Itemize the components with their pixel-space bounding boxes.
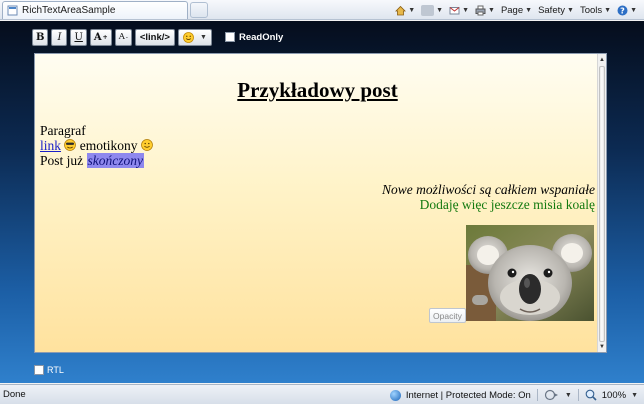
browser-status-bar: Done Internet | Protected Mode: On ▼ 100… bbox=[0, 384, 644, 404]
printer-icon bbox=[475, 5, 486, 15]
emoticons-text: emotikony bbox=[79, 138, 138, 153]
font-grow-label: A bbox=[93, 31, 102, 43]
page-favicon-icon bbox=[7, 5, 18, 16]
italic-button[interactable]: I bbox=[51, 28, 68, 46]
mail-button[interactable]: ▼ bbox=[448, 2, 470, 18]
font-shrink-label: A bbox=[118, 32, 125, 42]
silverlight-app: B I U A + A- <link/> ▼ ReadOnly Przykłado… bbox=[0, 21, 644, 383]
paragraph-text: Paragraf bbox=[40, 123, 86, 138]
scroll-thumb[interactable] bbox=[599, 66, 605, 342]
bold-button[interactable]: B bbox=[32, 28, 49, 46]
right-line-green: Dodaję więc jeszcze misia koalę bbox=[419, 197, 595, 212]
decrease-icon: - bbox=[125, 33, 128, 41]
cool-emoticon-icon bbox=[64, 139, 77, 151]
increase-icon: + bbox=[102, 33, 108, 41]
tab-title: RichTextAreaSample bbox=[22, 5, 116, 16]
formatting-toolbar: B I U A + A- <link/> ▼ ReadOnly bbox=[32, 28, 283, 46]
status-divider bbox=[577, 389, 579, 401]
chevron-down-icon: ▼ bbox=[200, 33, 207, 41]
smiley-icon bbox=[183, 31, 194, 43]
font-grow-button[interactable]: A + bbox=[89, 28, 112, 46]
globe-icon bbox=[389, 389, 401, 401]
mail-icon bbox=[449, 6, 460, 14]
readonly-checkbox[interactable] bbox=[224, 32, 235, 42]
font-shrink-button[interactable]: A- bbox=[114, 28, 132, 46]
post-prefix: Post już bbox=[40, 153, 84, 168]
post-title: Przykładowy post bbox=[237, 78, 398, 102]
left-paragraphs: Paragraf link emotikony Post już skończo… bbox=[40, 123, 153, 168]
status-right-area: Internet | Protected Mode: On ▼ 100% ▼ bbox=[389, 387, 638, 403]
tools-menu[interactable]: Tools ▼ bbox=[579, 2, 612, 18]
svg-text:?: ? bbox=[620, 6, 625, 15]
security-zone[interactable]: Internet | Protected Mode: On bbox=[406, 390, 531, 401]
link-line: link emotikony bbox=[40, 138, 153, 153]
help-icon: ? bbox=[617, 5, 628, 15]
readonly-label: ReadOnly bbox=[238, 31, 284, 43]
rtl-label: RTL bbox=[47, 365, 64, 375]
page-menu[interactable]: Page ▼ bbox=[500, 2, 533, 18]
feeds-icon bbox=[421, 4, 435, 16]
koala-image bbox=[466, 225, 594, 321]
browser-top-bar: RichTextAreaSample ▼ ▼ ▼ ▼ Page ▼ Safety… bbox=[0, 0, 644, 20]
tools-menu-label: Tools bbox=[579, 4, 603, 16]
status-divider bbox=[536, 389, 538, 401]
highlighted-text: skończony bbox=[86, 153, 144, 168]
right-line-italic: Nowe możliwości są całkiem wspaniałe bbox=[382, 182, 595, 197]
readonly-toggle[interactable]: ReadOnly bbox=[224, 31, 284, 43]
underline-button[interactable]: U bbox=[70, 28, 87, 46]
safety-menu-label: Safety bbox=[538, 4, 565, 16]
chevron-down-icon[interactable]: ▼ bbox=[631, 392, 638, 399]
vertical-scrollbar[interactable]: ▲ ▼ bbox=[597, 54, 606, 352]
rtl-toggle[interactable]: RTL bbox=[34, 365, 64, 375]
browser-tab[interactable]: RichTextAreaSample bbox=[2, 1, 188, 19]
scroll-up-icon[interactable]: ▲ bbox=[598, 55, 606, 64]
protected-mode-icon[interactable] bbox=[544, 389, 560, 401]
home-icon bbox=[395, 5, 407, 15]
command-bar: ▼ ▼ ▼ ▼ Page ▼ Safety ▼ Tools ▼ ? ▼ bbox=[394, 1, 638, 19]
safety-menu[interactable]: Safety ▼ bbox=[537, 2, 575, 18]
new-tab-button[interactable] bbox=[190, 2, 208, 18]
rich-text-area[interactable]: Przykładowy post Paragraf link emotikony bbox=[34, 53, 607, 353]
page-menu-label: Page bbox=[500, 4, 524, 16]
home-button[interactable]: ▼ bbox=[394, 2, 416, 18]
zoom-icon bbox=[585, 389, 597, 401]
rtl-checkbox[interactable] bbox=[34, 365, 44, 375]
zoom-level[interactable]: 100% bbox=[602, 390, 626, 401]
feeds-button[interactable]: ▼ bbox=[420, 2, 444, 18]
opacity-button[interactable]: Opacity bbox=[429, 308, 466, 323]
insert-link-button[interactable]: <link/> bbox=[134, 28, 175, 46]
hyperlink[interactable]: link bbox=[40, 138, 61, 153]
emoticon-dropdown[interactable]: ▼ bbox=[177, 28, 212, 46]
print-button[interactable]: ▼ bbox=[474, 2, 496, 18]
help-button[interactable]: ? ▼ bbox=[616, 2, 638, 18]
editor-content: Przykładowy post Paragraf link emotikony bbox=[40, 54, 595, 352]
smile-emoticon-icon bbox=[141, 139, 153, 151]
chevron-down-icon[interactable]: ▼ bbox=[565, 392, 572, 399]
scroll-down-icon[interactable]: ▼ bbox=[598, 342, 606, 351]
post-line: Post już skończony bbox=[40, 153, 153, 168]
status-text: Done bbox=[3, 389, 26, 400]
right-aligned-paragraphs: Nowe możliwości są całkiem wspaniałe Dod… bbox=[382, 182, 595, 212]
